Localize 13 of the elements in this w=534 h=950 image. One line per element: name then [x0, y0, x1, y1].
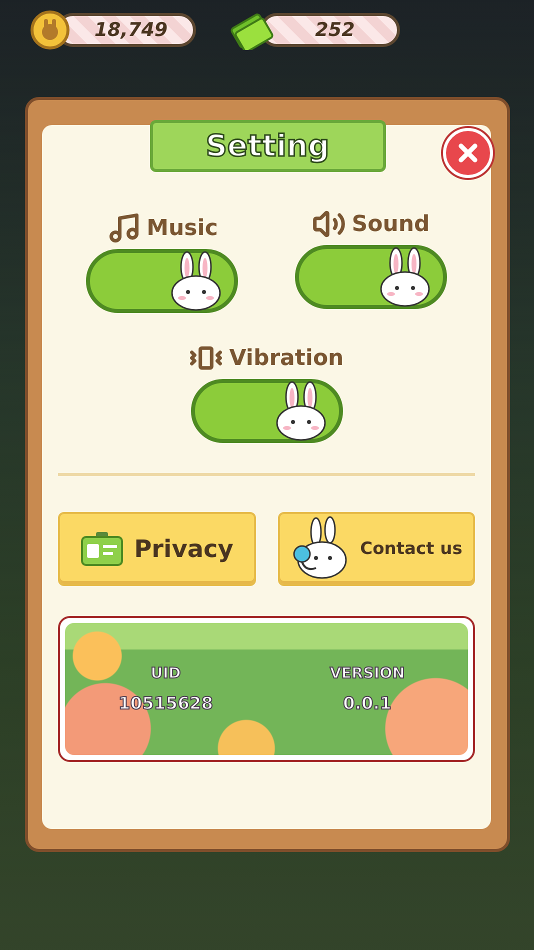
- info-label: VERSION: [330, 664, 405, 682]
- coin-icon: [30, 10, 70, 50]
- privacy-button[interactable]: Privacy: [58, 512, 256, 586]
- contact-button[interactable]: Contact us: [278, 512, 475, 586]
- dialog-title: Setting: [150, 120, 386, 172]
- toggle-label: Vibration: [229, 346, 344, 370]
- toggle-label: Music: [146, 216, 218, 240]
- music-icon: [106, 211, 141, 245]
- info-label: UID: [150, 664, 181, 682]
- info-value: 0.0.1: [343, 694, 392, 714]
- id-card-icon: [80, 531, 124, 567]
- toggle-label: Sound: [352, 212, 430, 236]
- close-button[interactable]: [443, 128, 493, 178]
